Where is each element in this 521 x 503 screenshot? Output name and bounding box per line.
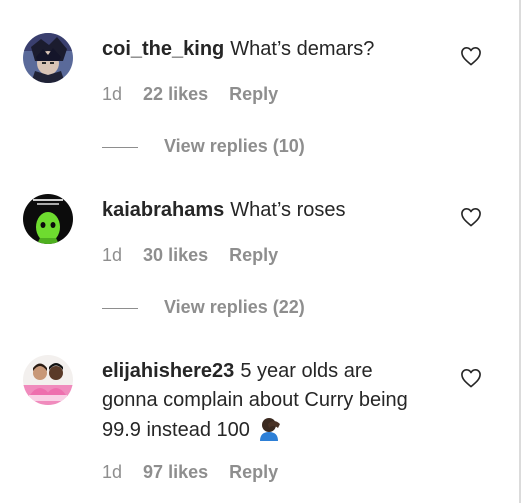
comment-body: What’s roses: [230, 199, 346, 221]
comment-likes[interactable]: 97 likes: [143, 462, 208, 482]
green-masked-figure-icon: [23, 194, 73, 244]
dark-anime-character-icon: [23, 33, 73, 83]
avatar[interactable]: [23, 194, 73, 244]
avatar[interactable]: [23, 33, 73, 83]
comment-meta: 1d 30 likes Reply: [102, 245, 294, 266]
comment-body: What’s demars?: [230, 38, 375, 60]
comment-text: coi_the_king What’s demars?: [102, 35, 422, 64]
comment-meta: 1d 22 likes Reply: [102, 84, 294, 105]
heart-icon[interactable]: [460, 207, 482, 227]
view-replies-button[interactable]: View replies (22): [102, 297, 305, 318]
view-replies-label: View replies (10): [164, 136, 305, 156]
comment-likes[interactable]: 22 likes: [143, 84, 208, 104]
comment-username[interactable]: elijahishere23: [102, 360, 234, 382]
reply-button[interactable]: Reply: [229, 245, 278, 265]
heart-icon[interactable]: [460, 46, 482, 66]
view-replies-button[interactable]: View replies (10): [102, 136, 305, 157]
comment-username[interactable]: kaiabrahams: [102, 199, 224, 221]
comment-text: kaiabrahams What’s roses: [102, 196, 422, 225]
comment-likes[interactable]: 30 likes: [143, 245, 208, 265]
avatar[interactable]: [23, 355, 73, 405]
two-people-pink-background-icon: [23, 355, 73, 405]
heart-icon[interactable]: [460, 368, 482, 388]
reply-button[interactable]: Reply: [229, 462, 278, 482]
reply-button[interactable]: Reply: [229, 84, 278, 104]
facepalm-emoji-icon: [257, 415, 283, 450]
comment-username[interactable]: coi_the_king: [102, 38, 224, 60]
comment-time: 1d: [102, 84, 123, 104]
comment-time: 1d: [102, 462, 123, 482]
view-replies-divider: [102, 146, 138, 148]
view-replies-label: View replies (22): [164, 297, 305, 317]
comment-meta: 1d 97 likes Reply: [102, 462, 294, 483]
comment-text: elijahishere23 5 year olds are gonna comp…: [102, 357, 422, 450]
comment-time: 1d: [102, 245, 123, 265]
view-replies-divider: [102, 307, 138, 309]
